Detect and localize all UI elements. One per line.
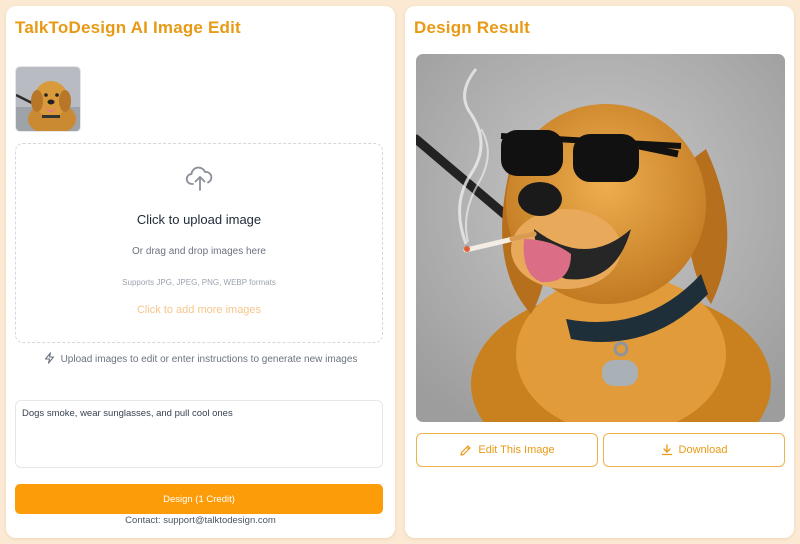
uploaded-image-thumbnail[interactable] (15, 66, 81, 132)
edit-button-label: Edit This Image (478, 444, 555, 456)
result-title: Design Result (414, 18, 530, 37)
add-more-images-link[interactable]: Click to add more images (16, 304, 382, 316)
upload-cloud-icon (185, 166, 213, 191)
editor-title: TalkToDesign AI Image Edit (15, 18, 241, 37)
prompt-input[interactable] (15, 400, 383, 468)
pencil-icon (460, 444, 471, 456)
edit-this-image-button[interactable]: Edit This Image (416, 433, 598, 467)
download-button-label: Download (678, 444, 728, 456)
download-icon (661, 444, 672, 456)
design-button[interactable]: Design (1 Credit) (15, 484, 383, 514)
result-panel: Design Result Edit This Image Download (405, 6, 794, 538)
result-image (416, 54, 785, 422)
editor-panel: TalkToDesign AI Image Edit Click to uplo… (6, 6, 395, 538)
upload-subtitle: Or drag and drop images here (132, 246, 266, 257)
download-button[interactable]: Download (603, 433, 785, 467)
supported-formats: Supports JPG, JPEG, PNG, WEBP formats (122, 278, 276, 287)
contact-text: Contact: support@talktodesign.com (125, 515, 276, 526)
upload-title: Click to upload image (136, 212, 262, 227)
lightning-icon (44, 352, 54, 364)
upload-dropzone[interactable]: Click to upload image Or drag and drop i… (15, 143, 383, 343)
hint-text-row: Upload images to edit or enter instructi… (6, 352, 395, 365)
hint-text: Upload images to edit or enter instructi… (60, 354, 358, 365)
